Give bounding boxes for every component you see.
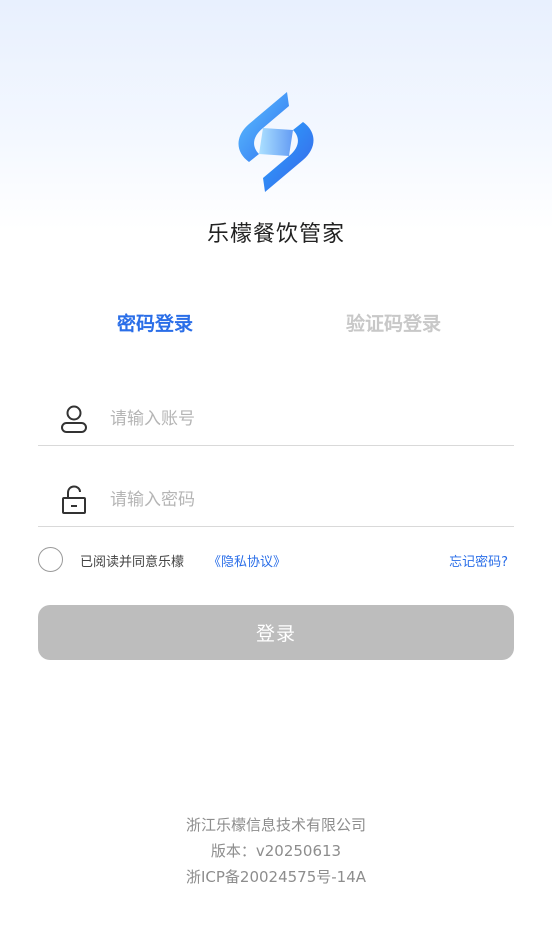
account-input[interactable] [110, 400, 500, 438]
footer-icp: 浙ICP备20024575号-14A [185, 868, 367, 886]
forgot-password-link[interactable]: 忘记密码? [449, 551, 508, 570]
footer: 浙江乐檬信息技术有限公司 版本：v20250613 浙ICP备20024575号… [0, 812, 552, 890]
password-input[interactable] [110, 481, 500, 519]
agreement-checkbox[interactable] [38, 547, 63, 572]
login-screen: 乐檬餐饮管家 密码登录 验证码登录 已阅读并同意乐檬 《隐私协议》 忘记密码? … [0, 0, 552, 950]
tab-password-login[interactable]: 密码登录 [117, 309, 193, 336]
footer-version: 版本：v20250613 [210, 842, 342, 860]
footer-company: 浙江乐檬信息技术有限公司 [185, 816, 366, 834]
tab-code-login[interactable]: 验证码登录 [346, 309, 441, 336]
lock-icon [62, 485, 86, 514]
agreement-row: 已阅读并同意乐檬 《隐私协议》 忘记密码? [38, 546, 514, 574]
lemon-s-logo-icon [238, 92, 314, 192]
app-name: 乐檬餐饮管家 [206, 222, 345, 247]
password-field [38, 477, 514, 527]
agreement-text: 已阅读并同意乐檬 [80, 555, 185, 570]
user-icon [61, 405, 87, 433]
login-button[interactable]: 登录 [38, 605, 514, 660]
account-field [38, 396, 514, 446]
privacy-policy-link[interactable]: 《隐私协议》 [208, 551, 286, 570]
